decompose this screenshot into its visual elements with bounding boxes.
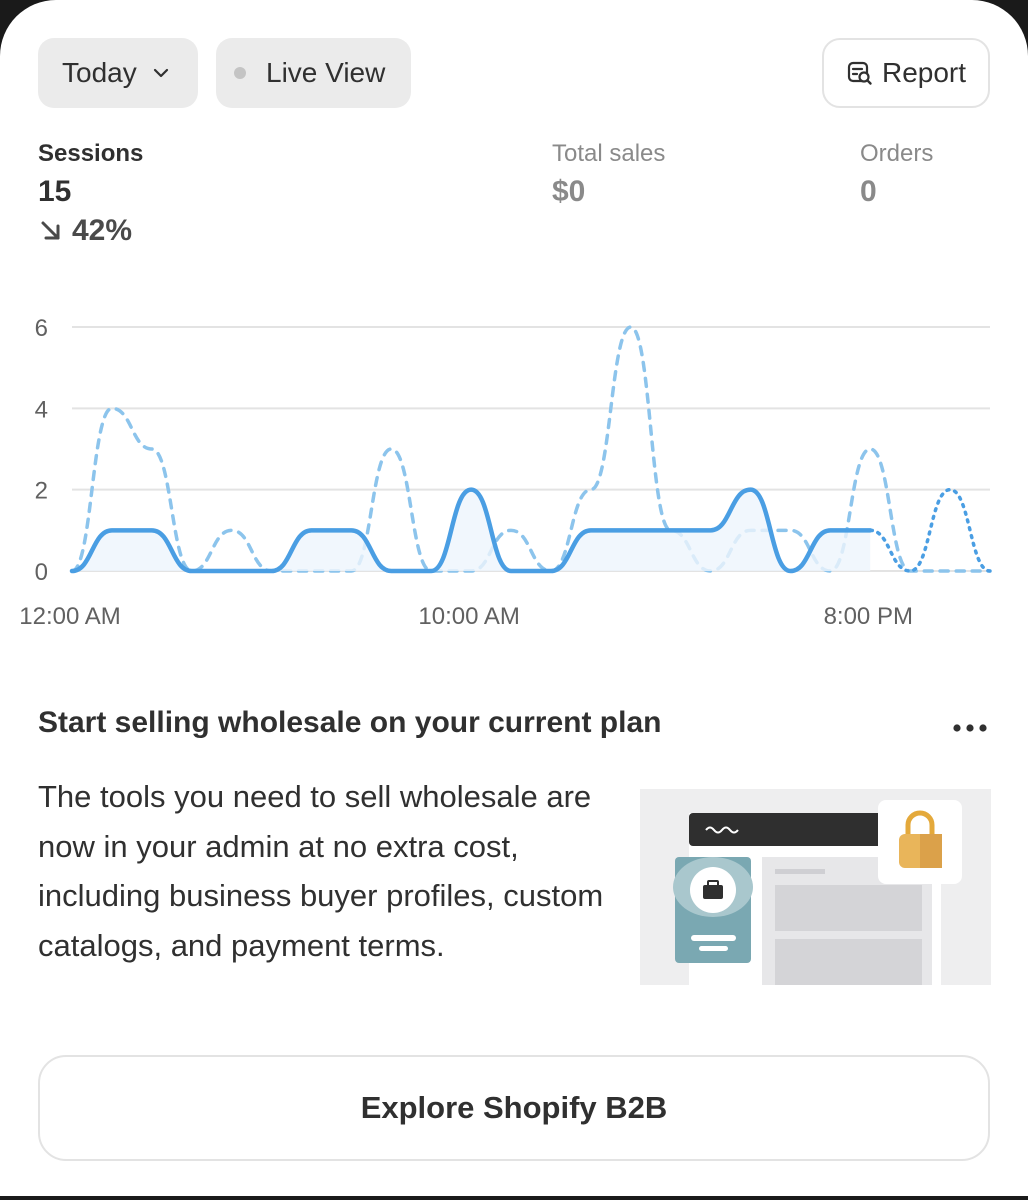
- orders-value: 0: [860, 175, 877, 208]
- sessions-metric[interactable]: Sessions 15 42%: [38, 140, 143, 250]
- total-sales-metric[interactable]: Total sales $0: [552, 140, 665, 212]
- live-status-dot: [234, 67, 246, 79]
- y-tick-label: 4: [35, 396, 48, 423]
- total-sales-label: Total sales: [552, 140, 666, 167]
- sessions-label: Sessions: [38, 140, 144, 167]
- live-view-button[interactable]: Live View: [216, 38, 411, 108]
- date-filter-button[interactable]: Today: [38, 38, 198, 108]
- orders-metric[interactable]: Orders 0: [860, 140, 933, 212]
- report-label: Report: [881, 57, 967, 88]
- analytics-card: Today Live View Report Sessions 15 42% T…: [0, 0, 1028, 1196]
- report-button[interactable]: Report: [822, 38, 990, 108]
- y-tick-label: 6: [35, 315, 48, 342]
- arrow-down-right-icon: [41, 221, 60, 240]
- date-filter-label: Today: [62, 57, 137, 88]
- y-tick-label: 2: [35, 478, 48, 505]
- sessions-change: 42%: [38, 212, 143, 250]
- report-search-icon: [847, 61, 872, 85]
- more-horizontal-icon[interactable]: [946, 712, 994, 744]
- sessions-line-chart: 0 2 4 6 12:00 AM 10:00 AM 8:00 PM: [19, 315, 992, 630]
- explore-b2b-label: Explore Shopify B2B: [360, 1090, 668, 1125]
- series-current-area: [72, 489, 871, 571]
- orders-label: Orders: [860, 140, 934, 167]
- sessions-change-value: 42%: [72, 214, 133, 247]
- total-sales-value: $0: [552, 175, 586, 208]
- x-tick-label: 12:00 AM: [19, 603, 120, 630]
- x-tick-label: 10:00 AM: [418, 603, 519, 630]
- x-tick-label: 8:00 PM: [824, 603, 913, 630]
- live-view-label: Live View: [266, 57, 386, 88]
- promo-description: The tools you need to sell wholesale are…: [38, 779, 604, 963]
- sessions-value: 15: [38, 175, 72, 208]
- chevron-down-icon: [153, 68, 168, 78]
- b2b-illustration: [640, 789, 991, 985]
- explore-b2b-button[interactable]: Explore Shopify B2B: [38, 1055, 990, 1161]
- y-tick-label: 0: [35, 559, 48, 586]
- promo-title: Start selling wholesale on your current …: [38, 706, 662, 739]
